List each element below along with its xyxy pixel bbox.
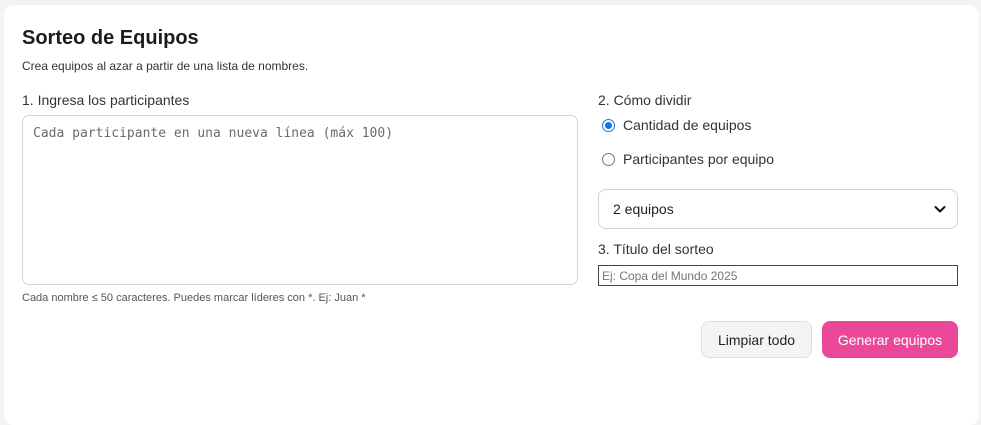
radio-button-checked[interactable] (602, 118, 615, 132)
team-count-select[interactable]: 2 equipos (598, 189, 958, 229)
draw-title-label: 3. Título del sorteo (598, 241, 714, 257)
page-title: Sorteo de Equipos (22, 27, 199, 49)
draw-title-input[interactable] (598, 265, 958, 286)
participants-textarea[interactable] (22, 115, 578, 285)
radio-button-unchecked[interactable] (602, 152, 615, 166)
page-subtitle: Crea equipos al azar a partir de una lis… (22, 59, 309, 73)
radio-per-team-label: Participantes por equipo (623, 151, 774, 167)
main-card: Sorteo de Equipos Crea equipos al azar a… (4, 5, 979, 425)
participants-label: 1. Ingresa los participantes (22, 92, 190, 108)
radio-team-count-label: Cantidad de equipos (623, 117, 752, 133)
chevron-down-icon (934, 206, 946, 213)
team-count-select-value: 2 equipos (613, 201, 674, 217)
radio-per-team[interactable]: Participantes por equipo (602, 151, 774, 167)
radio-team-count[interactable]: Cantidad de equipos (602, 117, 751, 133)
generate-teams-button[interactable]: Generar equipos (822, 321, 958, 358)
clear-all-button[interactable]: Limpiar todo (701, 321, 812, 358)
participants-hint: Cada nombre ≤ 50 caracteres. Puedes marc… (22, 292, 366, 304)
divide-label: 2. Cómo dividir (598, 92, 692, 108)
